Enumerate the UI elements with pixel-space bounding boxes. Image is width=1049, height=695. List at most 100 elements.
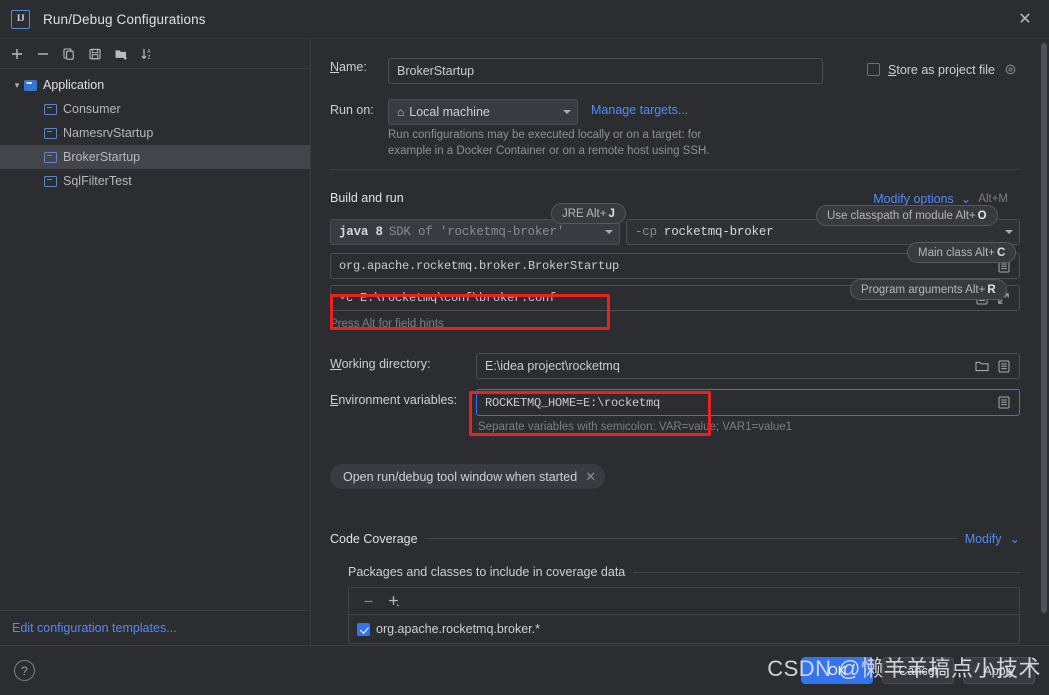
run-on-row: Run on: <box>330 103 374 117</box>
chevron-down-icon[interactable] <box>605 230 613 234</box>
coverage-table-toolbar <box>349 588 1019 615</box>
application-folder-icon <box>24 79 37 91</box>
close-icon[interactable]: ✕ <box>1015 10 1035 30</box>
store-as-project-file-row[interactable]: Store as project file <box>867 62 1018 77</box>
chevron-down-icon[interactable] <box>1005 230 1013 234</box>
chip-label: Open run/debug tool window when started <box>343 469 578 484</box>
coverage-package-checkbox[interactable] <box>357 622 370 636</box>
main-class-hint-tooltip: Main class Alt+ C <box>907 242 1017 263</box>
coverage-packages-header: Packages and classes to include in cover… <box>348 565 1020 579</box>
jre-hint-text: JRE Alt+ <box>562 207 607 220</box>
run-config-icon <box>44 151 57 163</box>
environment-variables-label: Environment variables: <box>330 393 458 407</box>
gear-icon[interactable] <box>1003 62 1018 77</box>
tree-node-brokerstartup[interactable]: BrokerStartup <box>0 145 310 169</box>
cancel-button[interactable]: Cancel <box>882 657 954 684</box>
section-divider <box>425 538 957 539</box>
edit-configuration-templates-row: Edit configuration templates... <box>0 610 311 645</box>
program-arguments-hint-key: R <box>987 283 996 296</box>
tree-node-sqlfiltertest[interactable]: SqlFilterTest <box>0 169 310 193</box>
working-directory-input[interactable]: E:\idea project\rocketmq <box>476 353 1020 379</box>
store-as-project-file-checkbox[interactable] <box>867 63 880 76</box>
edit-environment-variables-icon[interactable] <box>996 395 1011 410</box>
use-classpath-hint-tooltip: Use classpath of module Alt+ O <box>816 205 998 226</box>
working-directory-value: E:\idea project\rocketmq <box>485 359 620 373</box>
working-directory-macros-icon[interactable] <box>996 359 1011 374</box>
code-coverage-header: Code Coverage Modify ⌄ <box>330 531 1020 547</box>
svg-text:Z: Z <box>147 55 150 61</box>
dialog-button-bar: ? OK Cancel Apply <box>0 645 1049 695</box>
environment-variables-value: ROCKETMQ_HOME=E:\rocketmq <box>485 395 661 410</box>
dialog-actions: OK Cancel Apply <box>801 657 1035 684</box>
environment-variables-input[interactable]: ROCKETMQ_HOME=E:\rocketmq <box>476 389 1020 416</box>
use-classpath-hint-text: Use classpath of module Alt+ <box>827 209 976 222</box>
open-run-debug-tool-window-chip[interactable]: Open run/debug tool window when started … <box>330 464 606 489</box>
run-on-target-select[interactable]: ⌂ Local machine <box>388 99 578 125</box>
configuration-form-panel: Name: BrokerStartup Store as project fil… <box>311 39 1049 645</box>
working-directory-row: Working directory: <box>330 357 431 371</box>
add-package-button[interactable] <box>383 590 405 612</box>
configurations-tree: ▾ Application Consumer NamesrvStartup Br… <box>0 69 310 193</box>
code-coverage-modify-link[interactable]: Modify <box>965 532 1002 546</box>
run-on-label: Run on: <box>330 103 374 117</box>
press-alt-hint: Press Alt for field hints <box>330 318 444 330</box>
main-class-hint-text: Main class Alt+ <box>918 246 996 259</box>
program-arguments-value: -c E:\rocketmq\conf\broker.conf <box>339 291 557 305</box>
chevron-down-icon[interactable]: ⌄ <box>961 191 971 206</box>
classpath-value: rocketmq-broker <box>663 225 774 239</box>
copy-configuration-button[interactable] <box>56 41 82 67</box>
form-scrollbar[interactable] <box>1039 39 1049 645</box>
form-divider <box>330 169 1020 170</box>
ok-button[interactable]: OK <box>801 657 873 684</box>
classpath-prefix: -cp <box>635 225 657 239</box>
program-arguments-hint-text: Program arguments Alt+ <box>861 283 986 296</box>
working-directory-label: Working directory: <box>330 357 431 371</box>
remove-package-button[interactable] <box>357 590 379 612</box>
apply-button[interactable]: Apply <box>963 657 1035 684</box>
coverage-packages-label: Packages and classes to include in cover… <box>348 565 626 579</box>
coverage-package-label: org.apache.rocketmq.broker.* <box>376 622 540 636</box>
configurations-sidebar: A Z ▾ Application Consumer NamesrvStartu… <box>0 39 311 645</box>
program-arguments-hint-tooltip: Program arguments Alt+ R <box>850 279 1007 300</box>
tree-node-application[interactable]: ▾ Application <box>0 73 310 97</box>
main-class-value: org.apache.rocketmq.broker.BrokerStartup <box>339 259 620 273</box>
new-folder-button[interactable] <box>108 41 134 67</box>
manage-targets-link[interactable]: Manage targets... <box>591 103 688 117</box>
name-input-value: BrokerStartup <box>397 64 475 78</box>
chevron-down-icon[interactable]: ▾ <box>10 80 24 91</box>
jre-hint-tooltip: JRE Alt+ J <box>551 203 626 224</box>
table-row[interactable]: org.apache.rocketmq.broker.* <box>349 615 1019 643</box>
save-configuration-button[interactable] <box>82 41 108 67</box>
close-icon[interactable]: ✕ <box>585 469 596 485</box>
sidebar-toolbar: A Z <box>0 39 310 69</box>
remove-configuration-button[interactable] <box>30 41 56 67</box>
run-debug-configurations-dialog: IJ Run/Debug Configurations ✕ A Z ▾ Appl… <box>0 0 1049 695</box>
use-classpath-hint-key: O <box>977 209 987 222</box>
modify-options-link[interactable]: Modify options <box>873 192 954 206</box>
chevron-down-icon[interactable] <box>563 110 571 114</box>
intellij-logo-icon: IJ <box>11 9 30 29</box>
home-icon: ⌂ <box>397 105 405 119</box>
name-row: Name: <box>330 60 367 74</box>
environment-variables-help: Separate variables with semicolon: VAR=v… <box>478 421 793 433</box>
code-coverage-label: Code Coverage <box>330 531 418 546</box>
tree-node-consumer[interactable]: Consumer <box>0 97 310 121</box>
run-config-icon <box>44 103 57 115</box>
tree-node-label: Application <box>43 78 105 92</box>
question-mark-icon[interactable]: ? <box>14 660 35 681</box>
sort-configurations-button[interactable]: A Z <box>134 41 160 67</box>
name-input[interactable]: BrokerStartup <box>388 58 823 84</box>
browse-folder-icon[interactable] <box>974 359 989 374</box>
edit-configuration-templates-link[interactable]: Edit configuration templates... <box>12 621 177 635</box>
form-scrollbar-thumb[interactable] <box>1041 43 1047 613</box>
chevron-down-icon[interactable]: ⌄ <box>1010 531 1020 546</box>
build-and-run-label: Build and run <box>330 191 404 205</box>
tree-node-namesrvstartup[interactable]: NamesrvStartup <box>0 121 310 145</box>
add-configuration-button[interactable] <box>4 41 30 67</box>
name-label: Name: <box>330 60 367 74</box>
section-divider <box>633 571 1020 573</box>
jre-value-detail: SDK of 'rocketmq-broker' <box>388 225 565 239</box>
run-on-help-line-1: Run configurations may be executed local… <box>388 129 702 141</box>
jre-hint-key: J <box>608 207 615 220</box>
main-class-hint-key: C <box>997 246 1006 259</box>
